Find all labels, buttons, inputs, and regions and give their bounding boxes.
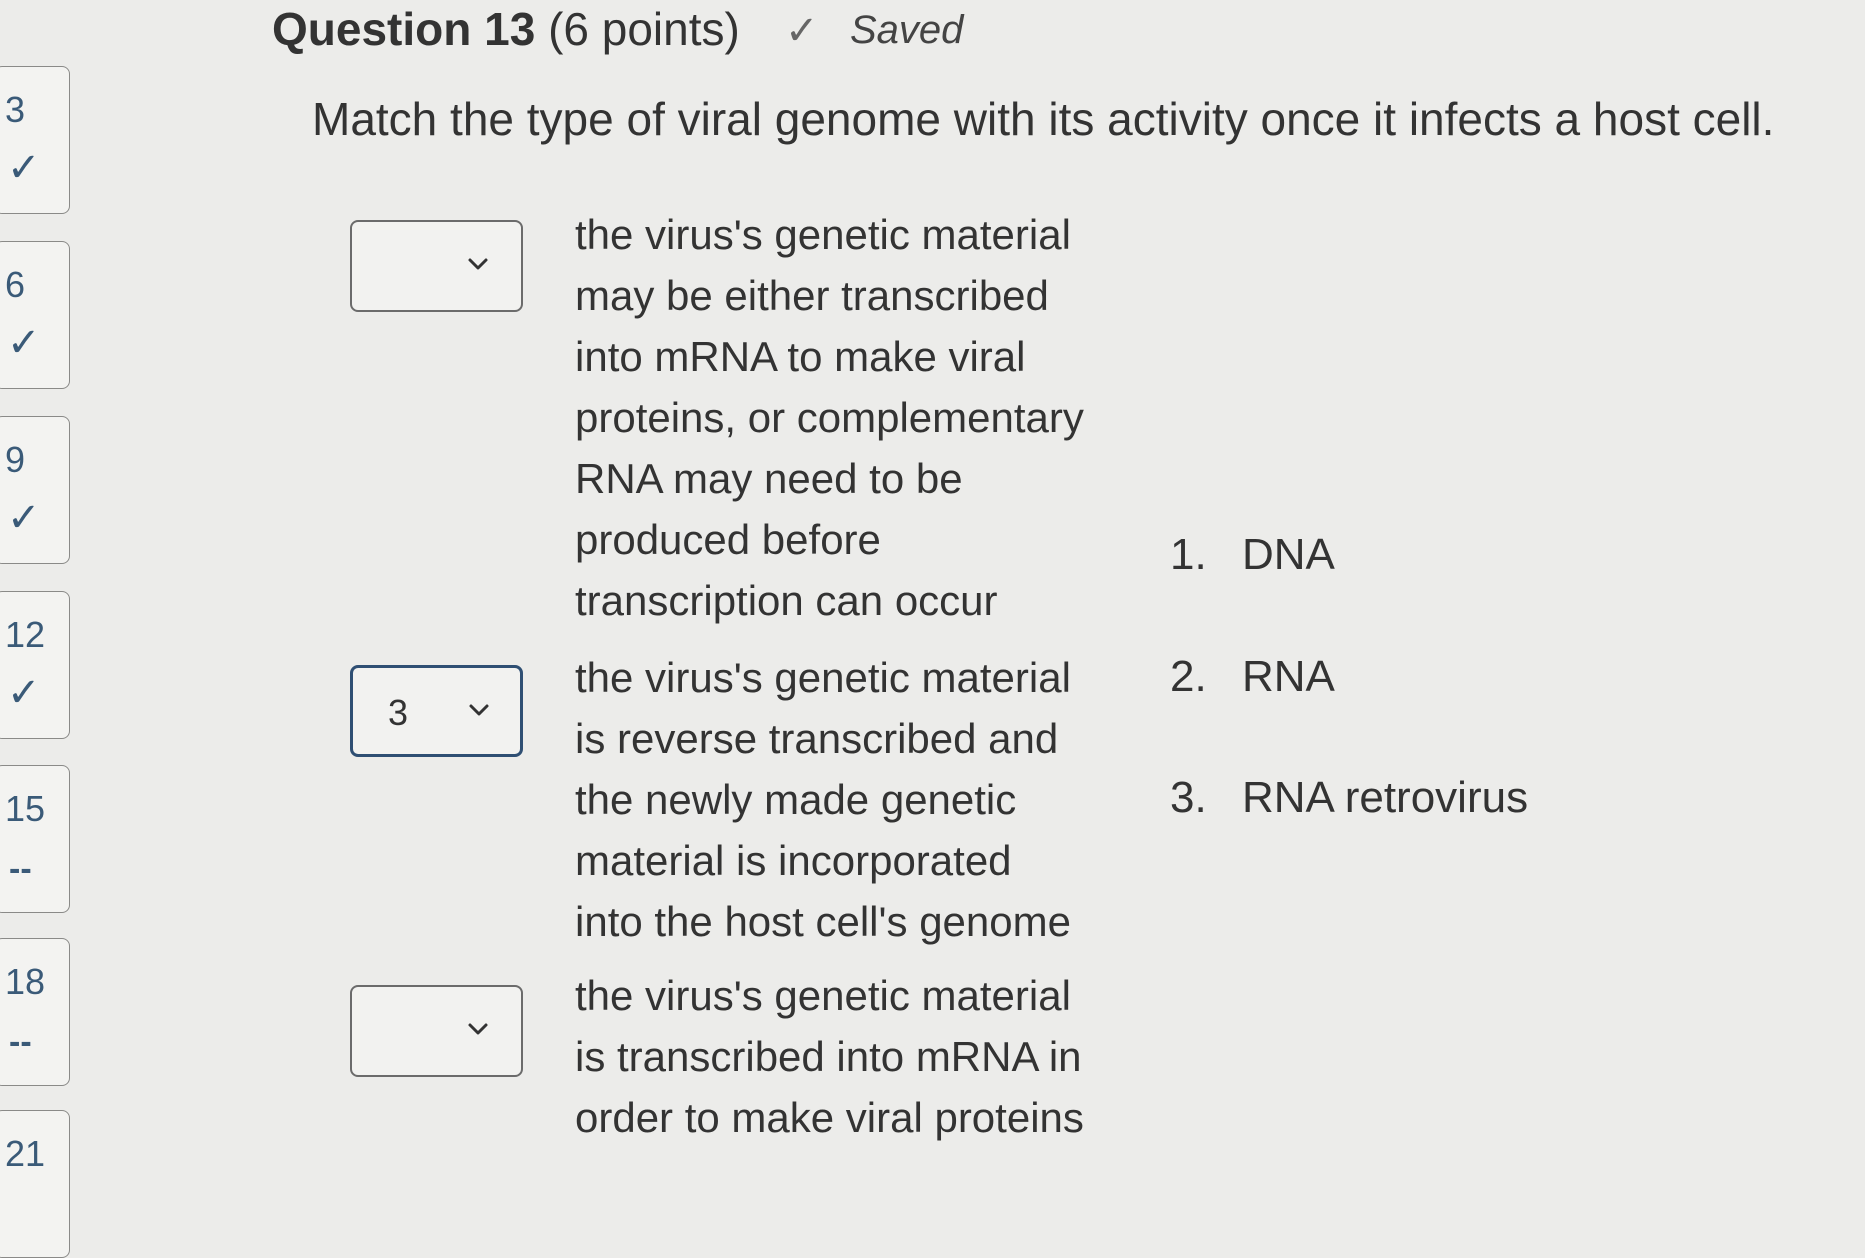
nav-item-number: 3 bbox=[5, 89, 26, 130]
question-prompt: Match the type of viral genome with its … bbox=[312, 93, 1775, 145]
nav-item-question-15[interactable]: 15 -- bbox=[0, 765, 70, 913]
option-2: 2. RNA bbox=[1170, 652, 1335, 702]
nav-item-number: 9 bbox=[5, 439, 26, 480]
description-line: produced before bbox=[575, 516, 881, 563]
chevron-down-icon bbox=[469, 704, 489, 716]
description-line: the virus's genetic material bbox=[575, 211, 1071, 258]
chevron-down-icon bbox=[468, 258, 488, 270]
check-icon: ✓ bbox=[7, 671, 41, 715]
match-description-1: the virus's genetic material may be eith… bbox=[575, 204, 1135, 631]
nav-item-question-6[interactable]: 6 ✓ bbox=[0, 241, 70, 389]
option-label: RNA retrovirus bbox=[1242, 773, 1529, 822]
description-line: is reverse transcribed and bbox=[575, 715, 1059, 762]
nav-item-question-3[interactable]: 3 ✓ bbox=[0, 66, 70, 214]
description-line: is transcribed into mRNA in bbox=[575, 1033, 1082, 1080]
chevron-down-icon bbox=[468, 1023, 488, 1035]
saved-status: Saved bbox=[850, 8, 964, 52]
match-select-1[interactable] bbox=[350, 220, 523, 312]
question-number: Question 13 bbox=[272, 3, 536, 55]
nav-item-number: 18 bbox=[5, 961, 46, 1002]
option-number: 2. bbox=[1170, 652, 1207, 701]
description-line: material is incorporated bbox=[575, 837, 1012, 884]
description-line: the virus's genetic material bbox=[575, 654, 1071, 701]
nav-item-number: 6 bbox=[5, 264, 26, 305]
match-select-3[interactable] bbox=[350, 985, 523, 1077]
option-number: 3. bbox=[1170, 773, 1207, 822]
option-number: 1. bbox=[1170, 530, 1207, 579]
match-description-3: the virus's genetic material is transcri… bbox=[575, 965, 1135, 1148]
question-title: Question 13 (6 points) bbox=[272, 2, 740, 56]
description-line: into the host cell's genome bbox=[575, 898, 1071, 945]
question-points: (6 points) bbox=[548, 3, 740, 55]
check-icon: ✓ bbox=[7, 146, 41, 190]
description-line: transcription can occur bbox=[575, 577, 998, 624]
nav-item-question-9[interactable]: 9 ✓ bbox=[0, 416, 70, 564]
description-line: proteins, or complementary bbox=[575, 394, 1084, 441]
nav-item-number: 21 bbox=[5, 1133, 46, 1174]
description-line: the newly made genetic bbox=[575, 776, 1017, 823]
nav-item-number: 15 bbox=[5, 788, 46, 829]
unanswered-dash-icon: -- bbox=[9, 1023, 32, 1061]
description-line: may be either transcribed bbox=[575, 272, 1049, 319]
question-navigator: 3 ✓ 6 ✓ 9 ✓ 12 ✓ 15 -- 18 -- 21 bbox=[0, 0, 72, 1258]
nav-item-question-12[interactable]: 12 ✓ bbox=[0, 591, 70, 739]
select-value: 3 bbox=[388, 692, 409, 733]
option-3: 3. RNA retrovirus bbox=[1170, 773, 1528, 823]
check-icon: ✓ bbox=[7, 496, 41, 540]
nav-item-question-21[interactable]: 21 bbox=[0, 1110, 70, 1258]
unanswered-dash-icon: -- bbox=[9, 850, 32, 888]
option-label: RNA bbox=[1242, 652, 1335, 701]
nav-item-number: 12 bbox=[5, 614, 46, 655]
option-1: 1. DNA bbox=[1170, 530, 1335, 580]
match-select-2[interactable]: 3 bbox=[350, 665, 523, 757]
description-line: order to make viral proteins bbox=[575, 1094, 1084, 1141]
nav-item-question-18[interactable]: 18 -- bbox=[0, 938, 70, 1086]
option-label: DNA bbox=[1242, 530, 1335, 579]
check-icon: ✓ bbox=[7, 321, 41, 365]
match-description-2: the virus's genetic material is reverse … bbox=[575, 647, 1135, 952]
saved-check-icon: ✓ bbox=[785, 9, 819, 53]
description-line: RNA may need to be bbox=[575, 455, 963, 502]
description-line: the virus's genetic material bbox=[575, 972, 1071, 1019]
description-line: into mRNA to make viral bbox=[575, 333, 1026, 380]
